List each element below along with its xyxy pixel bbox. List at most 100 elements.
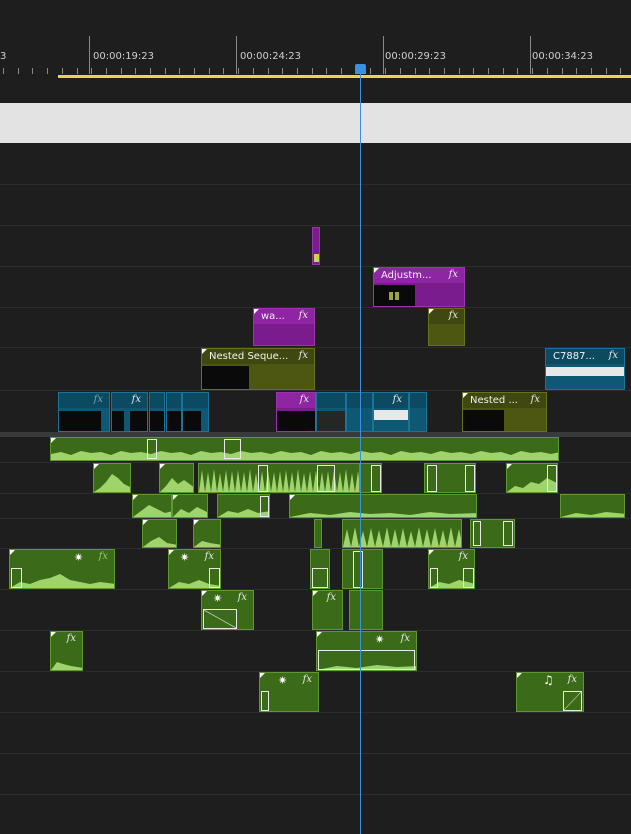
transition-marker[interactable] bbox=[11, 568, 22, 588]
transition-marker[interactable] bbox=[473, 521, 481, 546]
ruler-major-tick bbox=[236, 36, 237, 74]
c7887-clip[interactable]: C7887... fx bbox=[545, 348, 625, 390]
transition-marker[interactable] bbox=[203, 609, 237, 629]
fx-badge[interactable]: fx bbox=[238, 592, 247, 603]
video-clip[interactable]: fx bbox=[373, 392, 409, 432]
transition-marker[interactable] bbox=[371, 465, 381, 492]
transition-marker[interactable] bbox=[258, 465, 268, 492]
audio-clip[interactable]: ✷ fx bbox=[259, 672, 319, 712]
audio-clip[interactable] bbox=[50, 437, 559, 461]
time-ruler[interactable]: 3 00:00:19:23 00:00:24:23 00:00:29:23 00… bbox=[0, 0, 631, 82]
audio-clip[interactable] bbox=[172, 494, 208, 518]
fx-badge[interactable]: fx bbox=[299, 350, 308, 361]
transition-marker[interactable] bbox=[430, 568, 438, 588]
transition-marker[interactable] bbox=[312, 568, 328, 588]
fx-badge[interactable]: fx bbox=[401, 633, 410, 644]
ruler-tick bbox=[459, 68, 460, 74]
audio-clip[interactable] bbox=[506, 463, 558, 493]
transition-marker[interactable] bbox=[547, 465, 557, 492]
fx-badge[interactable]: fx bbox=[609, 350, 618, 361]
transition-marker[interactable] bbox=[463, 568, 474, 588]
fx-badge[interactable]: fx bbox=[449, 269, 458, 280]
audio-clip[interactable]: fx bbox=[312, 590, 343, 630]
transition-marker[interactable] bbox=[503, 521, 513, 546]
transition-marker[interactable] bbox=[261, 691, 269, 711]
playhead-line[interactable] bbox=[360, 72, 361, 834]
ruler-tick bbox=[150, 68, 151, 74]
fx-badge[interactable]: fx bbox=[459, 551, 468, 562]
video-clip[interactable] bbox=[182, 392, 209, 432]
audio-clip[interactable]: ✷ fx bbox=[316, 631, 417, 671]
audio-clip[interactable] bbox=[360, 463, 382, 493]
video-clip[interactable] bbox=[166, 392, 182, 432]
audio-clip[interactable] bbox=[142, 519, 177, 548]
fx-badge[interactable]: fx bbox=[568, 674, 577, 685]
nested-sequence-clip[interactable]: Nested Seque... fx bbox=[201, 348, 315, 390]
audio-clip[interactable] bbox=[314, 519, 322, 548]
video-clip[interactable]: fx bbox=[111, 392, 148, 432]
audio-clip[interactable]: ✷ fx bbox=[201, 590, 254, 630]
fx-badge[interactable]: fx bbox=[67, 633, 76, 644]
transition-marker[interactable] bbox=[353, 551, 363, 588]
video-clip[interactable] bbox=[149, 392, 165, 432]
small-adjustment-clip[interactable] bbox=[312, 227, 320, 265]
work-area-bar[interactable] bbox=[58, 75, 631, 78]
clip-thumbnail bbox=[150, 411, 164, 431]
adjustment-clip[interactable]: fx bbox=[276, 392, 316, 432]
audio-clip[interactable] bbox=[349, 590, 383, 630]
transition-marker[interactable] bbox=[317, 465, 335, 492]
audio-clip[interactable]: ✷ fx bbox=[9, 549, 115, 589]
fx-badge[interactable]: fx bbox=[94, 394, 103, 405]
audio-clip[interactable] bbox=[342, 549, 383, 589]
audio-clip[interactable]: ♫ fx bbox=[516, 672, 584, 712]
transition-marker[interactable] bbox=[209, 568, 220, 588]
fx-badge[interactable]: fx bbox=[299, 310, 308, 321]
audio-clip[interactable] bbox=[470, 519, 515, 548]
wa-adjustment-clip[interactable]: wa... fx bbox=[253, 308, 315, 346]
transition-marker[interactable] bbox=[465, 465, 475, 492]
transition-marker[interactable] bbox=[260, 496, 269, 517]
fx-badge[interactable]: fx bbox=[300, 394, 309, 405]
fx-badge[interactable]: fx bbox=[327, 592, 336, 603]
audio-clip[interactable] bbox=[217, 494, 270, 518]
video-clip[interactable] bbox=[409, 392, 427, 432]
clip-start-marker bbox=[429, 309, 434, 314]
video-clip[interactable] bbox=[316, 392, 346, 432]
audio-waveform bbox=[160, 478, 193, 492]
fx-badge[interactable]: fx bbox=[531, 394, 540, 405]
transition-marker[interactable] bbox=[563, 691, 582, 711]
clip-label: C7887... bbox=[553, 351, 595, 362]
fx-badge[interactable]: fx bbox=[132, 394, 141, 405]
audio-clip[interactable] bbox=[193, 519, 221, 548]
track-separator bbox=[0, 753, 631, 754]
video-clip[interactable]: fx bbox=[58, 392, 110, 432]
fx-badge[interactable]: fx bbox=[99, 551, 108, 562]
fx-badge[interactable]: fx bbox=[205, 551, 214, 562]
audio-clip[interactable] bbox=[560, 494, 625, 518]
effect-star-icon: ✷ bbox=[213, 592, 223, 605]
track-separator bbox=[0, 712, 631, 713]
audio-clip[interactable]: ✷ fx bbox=[168, 549, 221, 589]
audio-clip[interactable] bbox=[424, 463, 476, 493]
ruler-tick bbox=[591, 68, 592, 74]
audio-clip[interactable]: fx bbox=[50, 631, 83, 671]
fx-badge[interactable]: fx bbox=[393, 394, 402, 405]
fx-badge[interactable]: fx bbox=[303, 674, 312, 685]
audio-clip[interactable] bbox=[93, 463, 131, 493]
fx-badge[interactable]: fx bbox=[449, 310, 458, 321]
audio-clip[interactable] bbox=[289, 494, 477, 518]
nested-sequence-clip-2[interactable]: Nested ... fx bbox=[462, 392, 547, 432]
audio-clip[interactable] bbox=[198, 463, 360, 493]
keyframe-marker bbox=[395, 292, 399, 300]
audio-clip[interactable] bbox=[310, 549, 330, 589]
transition-marker[interactable] bbox=[147, 439, 157, 459]
adjustment-layer-clip[interactable]: Adjustm... fx bbox=[373, 267, 465, 307]
video-clip[interactable]: fx bbox=[428, 308, 465, 346]
transition-marker[interactable] bbox=[427, 465, 437, 492]
audio-clip[interactable] bbox=[159, 463, 194, 493]
transition-marker[interactable] bbox=[318, 650, 415, 670]
clip-header bbox=[374, 393, 408, 408]
audio-clip[interactable] bbox=[132, 494, 172, 518]
transition-marker[interactable] bbox=[224, 439, 241, 459]
audio-clip[interactable]: fx bbox=[428, 549, 475, 589]
